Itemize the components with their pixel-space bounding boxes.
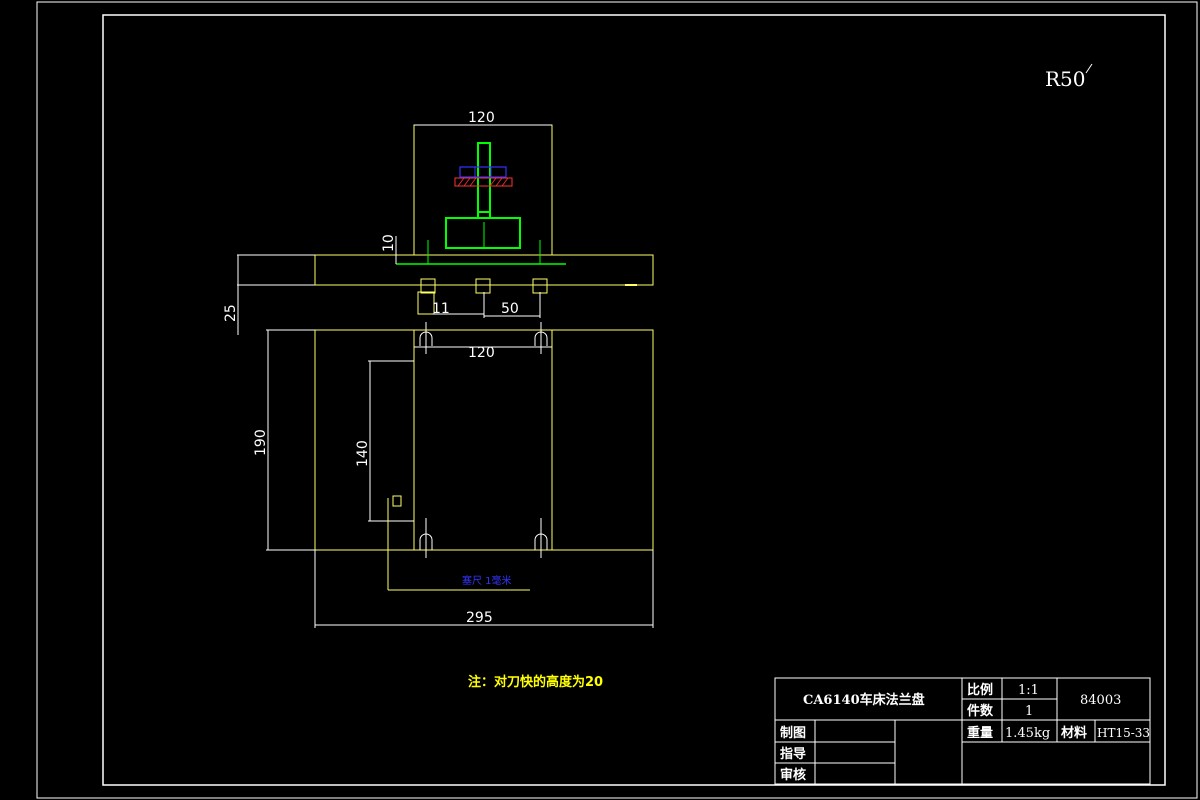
note-text: 注：对刀快的高度为20 [468, 674, 603, 690]
weight-label: 重量 [967, 725, 993, 741]
body-outline [314, 329, 654, 551]
roughness-tick [1085, 63, 1093, 74]
dim-overall-height-left: 25 [223, 304, 239, 322]
dim-gap-a: 11 [432, 301, 450, 317]
scale-value: 1:1 [1018, 683, 1039, 698]
review-label: 审核 [780, 767, 806, 783]
part-name: CA6140车床法兰盘 [803, 692, 925, 708]
dim-top-width: 120 [468, 110, 495, 126]
bolt-slots [419, 331, 548, 550]
roughness-label: R50 [1045, 67, 1086, 91]
dim-plate-thickness: 10 [381, 234, 397, 252]
material-value: HT15-33 [1097, 726, 1150, 740]
dim-gap-b: 50 [501, 301, 519, 317]
lower-view: 190 120 140 塞尺 1毫米 295 [253, 322, 654, 628]
material-label: 材料 [1061, 725, 1087, 741]
outer-frame [36, 1, 1198, 799]
dim-inner-width: 120 [468, 345, 495, 361]
dim-inner-height: 140 [355, 440, 371, 467]
drawn-label: 制图 [780, 725, 806, 741]
guide-label: 指导 [780, 746, 806, 762]
drawing-canvas: R50 120 25 10 11 50 190 120 140 塞尺 1毫米 2… [36, 1, 1198, 799]
drawing-number: 84003 [1080, 693, 1121, 708]
inner-outline [413, 329, 553, 551]
dim-overall-width: 295 [466, 610, 493, 626]
base-plate [314, 254, 654, 286]
feeler-gauge-label: 塞尺 1毫米 [462, 574, 512, 587]
inner-frame [102, 14, 1166, 786]
quantity-label: 件数 [967, 703, 994, 719]
column-outline [413, 124, 553, 256]
nut-blue [459, 166, 507, 178]
dim-overall-height: 190 [253, 429, 269, 456]
upper-view: 120 25 10 11 50 [223, 110, 654, 335]
green-fixture [445, 142, 521, 249]
scale-label: 比例 [967, 682, 993, 698]
quantity-value: 1 [1025, 704, 1033, 719]
weight-value: 1.45kg [1005, 726, 1050, 741]
feeler-block [392, 495, 402, 507]
